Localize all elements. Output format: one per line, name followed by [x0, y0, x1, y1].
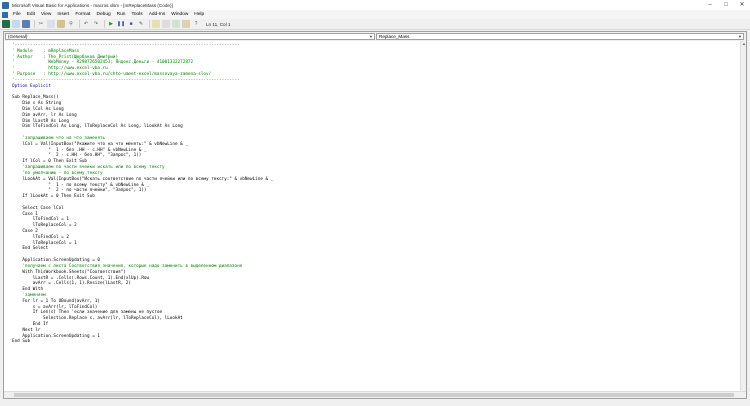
redo-icon[interactable]: ↷	[92, 20, 100, 28]
paste-icon[interactable]	[57, 20, 65, 28]
menu-edit[interactable]: Edit	[24, 10, 38, 19]
menu-insert[interactable]: Insert	[54, 10, 72, 19]
chevron-down-icon: ▼	[369, 34, 373, 39]
window-controls: – □ ✕	[702, 0, 750, 10]
vba-app-icon	[2, 1, 9, 9]
code-window-icon[interactable]	[2, 11, 8, 18]
menu-tools[interactable]: Tools	[128, 10, 145, 19]
code-line[interactable]: '---------------------------------------…	[12, 43, 273, 49]
save-icon[interactable]	[22, 20, 30, 28]
code-window: (General) ▼ Replace_Mass ▼ '------------…	[3, 31, 747, 399]
menu-help[interactable]: Help	[191, 10, 207, 19]
standard-toolbar: ✂ ⚲ ↶ ↷ ▶ ❚❚ ■ ✎ ? Ln 11, Col 1	[0, 19, 750, 30]
menu-add-ins[interactable]: Add-Ins	[146, 10, 169, 19]
close-button[interactable]: ✕	[734, 0, 750, 10]
procedure-combo-value: Replace_Mass	[379, 34, 410, 39]
scroll-up-icon[interactable]: ▲	[741, 41, 747, 47]
maximize-button[interactable]: □	[718, 0, 734, 10]
status-bar	[0, 400, 750, 406]
code-line[interactable]: lLookAt = Val(InputBox("Искать соответст…	[12, 177, 273, 183]
code-text[interactable]: '---------------------------------------…	[12, 43, 273, 345]
menu-run[interactable]: Run	[114, 10, 129, 19]
chevron-down-icon: ▼	[738, 34, 742, 39]
object-combo[interactable]: (General) ▼	[5, 33, 375, 40]
menu-format[interactable]: Format	[72, 10, 93, 19]
excel-view-icon[interactable]	[2, 20, 10, 28]
procedure-combo[interactable]: Replace_Mass ▼	[376, 33, 744, 40]
vertical-scrollbar[interactable]: ▲	[740, 41, 746, 392]
cut-icon[interactable]: ✂	[37, 20, 45, 28]
toolbar-separator	[79, 20, 80, 28]
cursor-position: Ln 11, Col 1	[206, 21, 231, 27]
minimize-button[interactable]: –	[702, 0, 718, 10]
toolbar-separator	[149, 20, 150, 28]
menu-file[interactable]: File	[10, 10, 24, 19]
horizontal-scrollbar[interactable]	[4, 391, 746, 398]
insert-module-icon[interactable]	[12, 20, 20, 28]
properties-icon[interactable]	[162, 20, 170, 28]
title-bar: Microsoft Visual Basic for Applications …	[0, 0, 750, 10]
horizontal-scroll-thumb[interactable]	[14, 393, 734, 397]
menu-bar: File Edit View Insert Format Debug Run T…	[0, 10, 750, 28]
menu-window[interactable]: Window	[168, 10, 191, 19]
toolbar-separator	[104, 20, 105, 28]
toolbar-separator	[34, 20, 35, 28]
reset-icon[interactable]: ■	[127, 20, 135, 28]
toolbox-icon[interactable]	[182, 20, 190, 28]
find-icon[interactable]: ⚲	[67, 20, 75, 28]
undo-icon[interactable]: ↶	[82, 20, 90, 28]
code-editor[interactable]: '---------------------------------------…	[4, 41, 746, 392]
code-line[interactable]: End Sub	[12, 339, 273, 345]
break-icon[interactable]: ❚❚	[117, 20, 125, 28]
project-explorer-icon[interactable]	[152, 20, 160, 28]
object-browser-icon[interactable]	[172, 20, 180, 28]
design-mode-icon[interactable]: ✎	[137, 20, 145, 28]
code-window-combos: (General) ▼ Replace_Mass ▼	[4, 32, 746, 41]
object-combo-value: (General)	[8, 34, 28, 39]
help-icon[interactable]: ?	[192, 20, 200, 28]
menu-debug[interactable]: Debug	[94, 10, 114, 19]
code-line[interactable]: '---------------------------------------…	[12, 78, 273, 84]
window-title: Microsoft Visual Basic for Applications …	[12, 2, 173, 8]
menu-view[interactable]: View	[38, 10, 54, 19]
run-icon[interactable]: ▶	[107, 20, 115, 28]
copy-icon[interactable]	[47, 20, 55, 28]
code-line[interactable]: 'получаем с листа Соответствия значения,…	[12, 264, 273, 270]
